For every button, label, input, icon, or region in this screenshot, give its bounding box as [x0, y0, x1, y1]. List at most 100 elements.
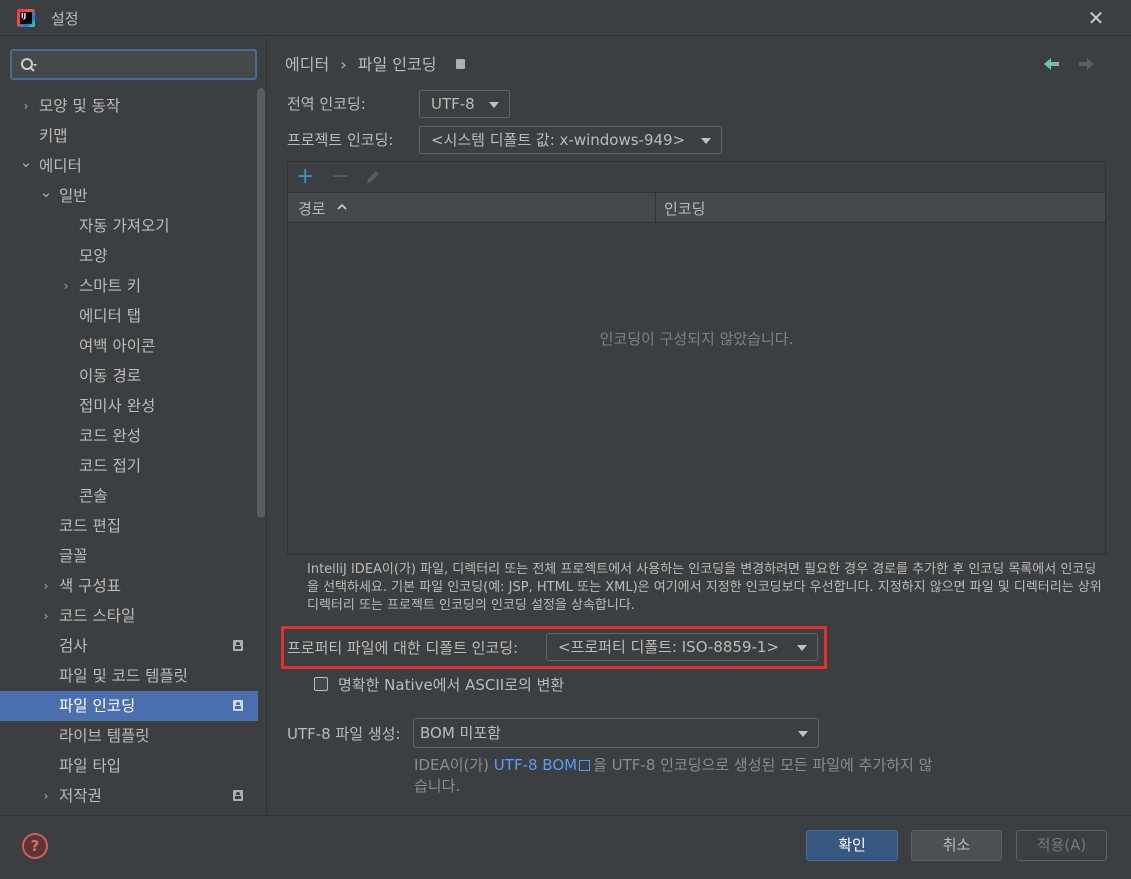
sidebar-item-7[interactable]: 에디터 탭 — [0, 301, 258, 331]
sidebar-item-20[interactable]: 파일 인코딩 — [0, 691, 258, 721]
add-icon[interactable]: + — [296, 164, 314, 190]
sidebar-item-label: 자동 가져오기 — [79, 217, 170, 235]
project-scope-icon — [233, 700, 243, 711]
sidebar-item-label: 코드 편집 — [59, 517, 121, 535]
edit-pencil-icon[interactable] — [363, 167, 383, 187]
sidebar-item-16[interactable]: › 색 구성표 — [0, 571, 258, 601]
sidebar-item-label: 파일 타입 — [59, 757, 121, 775]
search-icon — [21, 58, 37, 72]
global-encoding-value: UTF-8 — [431, 95, 475, 113]
sidebar-item-3[interactable]: ⌄ 일반 — [0, 181, 258, 211]
utf8-bom-description: IDEA이(가) UTF-8 BOM 을 UTF-8 인코딩으로 생성된 모든 파… — [414, 755, 974, 797]
forward-arrow-icon[interactable] — [1076, 55, 1096, 73]
sidebar-item-14[interactable]: 코드 편집 — [0, 511, 258, 541]
sidebar-item-2[interactable]: ⌄ 에디터 — [0, 151, 258, 181]
chevron-down-icon — [701, 138, 711, 144]
project-scope-icon — [233, 790, 243, 801]
sidebar-item-18[interactable]: 검사 — [0, 631, 258, 661]
cancel-button[interactable]: 취소 — [911, 830, 1002, 861]
chevron-right-icon[interactable]: › — [39, 781, 53, 811]
sidebar-item-1[interactable]: 키맵 — [0, 121, 258, 151]
sidebar-item-12[interactable]: 코드 접기 — [0, 451, 258, 481]
sidebar-item-label: 코드 스타일 — [59, 607, 136, 625]
ok-button[interactable]: 확인 — [806, 830, 898, 861]
table-toolbar — [288, 162, 1105, 192]
column-header-encoding[interactable]: 인코딩 — [664, 198, 705, 219]
highlight-annotation — [281, 626, 827, 669]
external-link-icon[interactable] — [579, 760, 591, 771]
native-to-ascii-checkbox[interactable] — [314, 677, 328, 691]
sidebar-item-label: 모양 — [79, 247, 108, 265]
sidebar-item-17[interactable]: › 코드 스타일 — [0, 601, 258, 631]
chevron-down-icon — [489, 102, 499, 108]
breadcrumb: 에디터 › 파일 인코딩 — [285, 51, 436, 75]
window-title: 설정 — [51, 10, 79, 28]
sidebar-item-22[interactable]: 파일 타입 — [0, 751, 258, 781]
breadcrumb-current: 파일 인코딩 — [357, 55, 437, 74]
chevron-right-icon[interactable]: › — [39, 601, 53, 631]
utf8-desc-suffix: 을 UTF-8 인코딩으로 생성된 모든 파일에 추가하지 않 — [593, 756, 933, 774]
chevron-right-icon[interactable]: › — [59, 271, 73, 301]
intellij-app-icon: IJ — [17, 9, 35, 27]
chevron-down-icon — [798, 731, 808, 737]
chevron-right-icon[interactable]: › — [19, 91, 33, 121]
sidebar-item-label: 에디터 — [39, 157, 82, 175]
sidebar-item-9[interactable]: 이동 경로 — [0, 361, 258, 391]
utf8-bom-link[interactable]: UTF-8 BOM — [494, 756, 577, 774]
sidebar-item-label: 에디터 탭 — [79, 307, 141, 325]
settings-search-input[interactable] — [10, 49, 257, 80]
column-separator[interactable] — [655, 193, 656, 222]
sidebar-item-15[interactable]: 글꼴 — [0, 541, 258, 571]
sidebar-item-5[interactable]: 모양 — [0, 241, 258, 271]
sidebar-item-label: 콘솔 — [79, 487, 108, 505]
chevron-down-icon[interactable]: ⌄ — [19, 151, 33, 181]
sidebar-item-label: 저작권 — [59, 787, 102, 805]
column-header-path[interactable]: 경로 — [298, 198, 326, 219]
sidebar-item-label: 검사 — [59, 637, 88, 655]
chevron-down-icon[interactable]: ⌄ — [39, 181, 53, 211]
native-to-ascii-label[interactable]: 명확한 Native에서 ASCII로의 변환 — [338, 674, 564, 695]
chevron-right-icon[interactable]: › — [39, 571, 53, 601]
project-encoding-label: 프로젝트 인코딩: — [287, 131, 394, 149]
table-body[interactable] — [288, 224, 1105, 554]
project-encoding-combo[interactable]: <시스템 디폴트 값: x-windows-949> — [419, 126, 722, 154]
splitter[interactable] — [266, 37, 267, 815]
utf8-bom-value: BOM 미포함 — [420, 724, 501, 742]
utf8-desc-prefix: IDEA이(가) — [414, 756, 494, 774]
sidebar-item-label: 파일 인코딩 — [59, 697, 136, 715]
sidebar-item-label: 스마트 키 — [79, 277, 141, 295]
breadcrumb-parent[interactable]: 에디터 — [285, 55, 329, 74]
sidebar-item-8[interactable]: 여백 아이콘 — [0, 331, 258, 361]
sidebar-item-label: 접미사 완성 — [79, 397, 156, 415]
sidebar-item-21[interactable]: 라이브 템플릿 — [0, 721, 258, 751]
sidebar-item-label: 모양 및 동작 — [39, 97, 121, 115]
sidebar-item-6[interactable]: › 스마트 키 — [0, 271, 258, 301]
sidebar-item-4[interactable]: 자동 가져오기 — [0, 211, 258, 241]
sidebar-item-label: 색 구성표 — [59, 577, 121, 595]
sidebar-item-label: 파일 및 코드 템플릿 — [59, 667, 188, 685]
utf8-desc-line2: 습니다. — [414, 777, 461, 795]
sidebar-item-13[interactable]: 콘솔 — [0, 481, 258, 511]
sidebar-item-10[interactable]: 접미사 완성 — [0, 391, 258, 421]
apply-button[interactable]: 적용(A) — [1016, 830, 1107, 861]
sidebar-item-11[interactable]: 코드 완성 — [0, 421, 258, 451]
back-arrow-icon[interactable] — [1042, 55, 1062, 73]
help-icon[interactable]: ? — [22, 833, 48, 859]
global-encoding-combo[interactable]: UTF-8 — [419, 90, 510, 118]
close-button[interactable]: ✕ — [1083, 6, 1109, 30]
project-scope-icon — [233, 640, 243, 651]
table-empty-text: 인코딩이 구성되지 않았습니다. — [599, 330, 794, 348]
sidebar-item-19[interactable]: 파일 및 코드 템플릿 — [0, 661, 258, 691]
breadcrumb-separator: › — [340, 55, 347, 74]
global-encoding-label: 전역 인코딩: — [287, 95, 366, 113]
remove-icon[interactable]: − — [331, 164, 349, 190]
sidebar-scrollbar[interactable] — [257, 88, 265, 518]
project-scope-icon — [456, 59, 465, 69]
sidebar-item-23[interactable]: › 저작권 — [0, 781, 258, 811]
sidebar-item-label: 키맵 — [39, 127, 68, 145]
sidebar-item-0[interactable]: › 모양 및 동작 — [0, 91, 258, 121]
sidebar-item-label: 여백 아이콘 — [79, 337, 156, 355]
utf8-bom-combo[interactable]: BOM 미포함 — [413, 718, 819, 748]
sidebar-item-label: 코드 완성 — [79, 427, 141, 445]
sidebar-item-label: 글꼴 — [59, 547, 88, 565]
